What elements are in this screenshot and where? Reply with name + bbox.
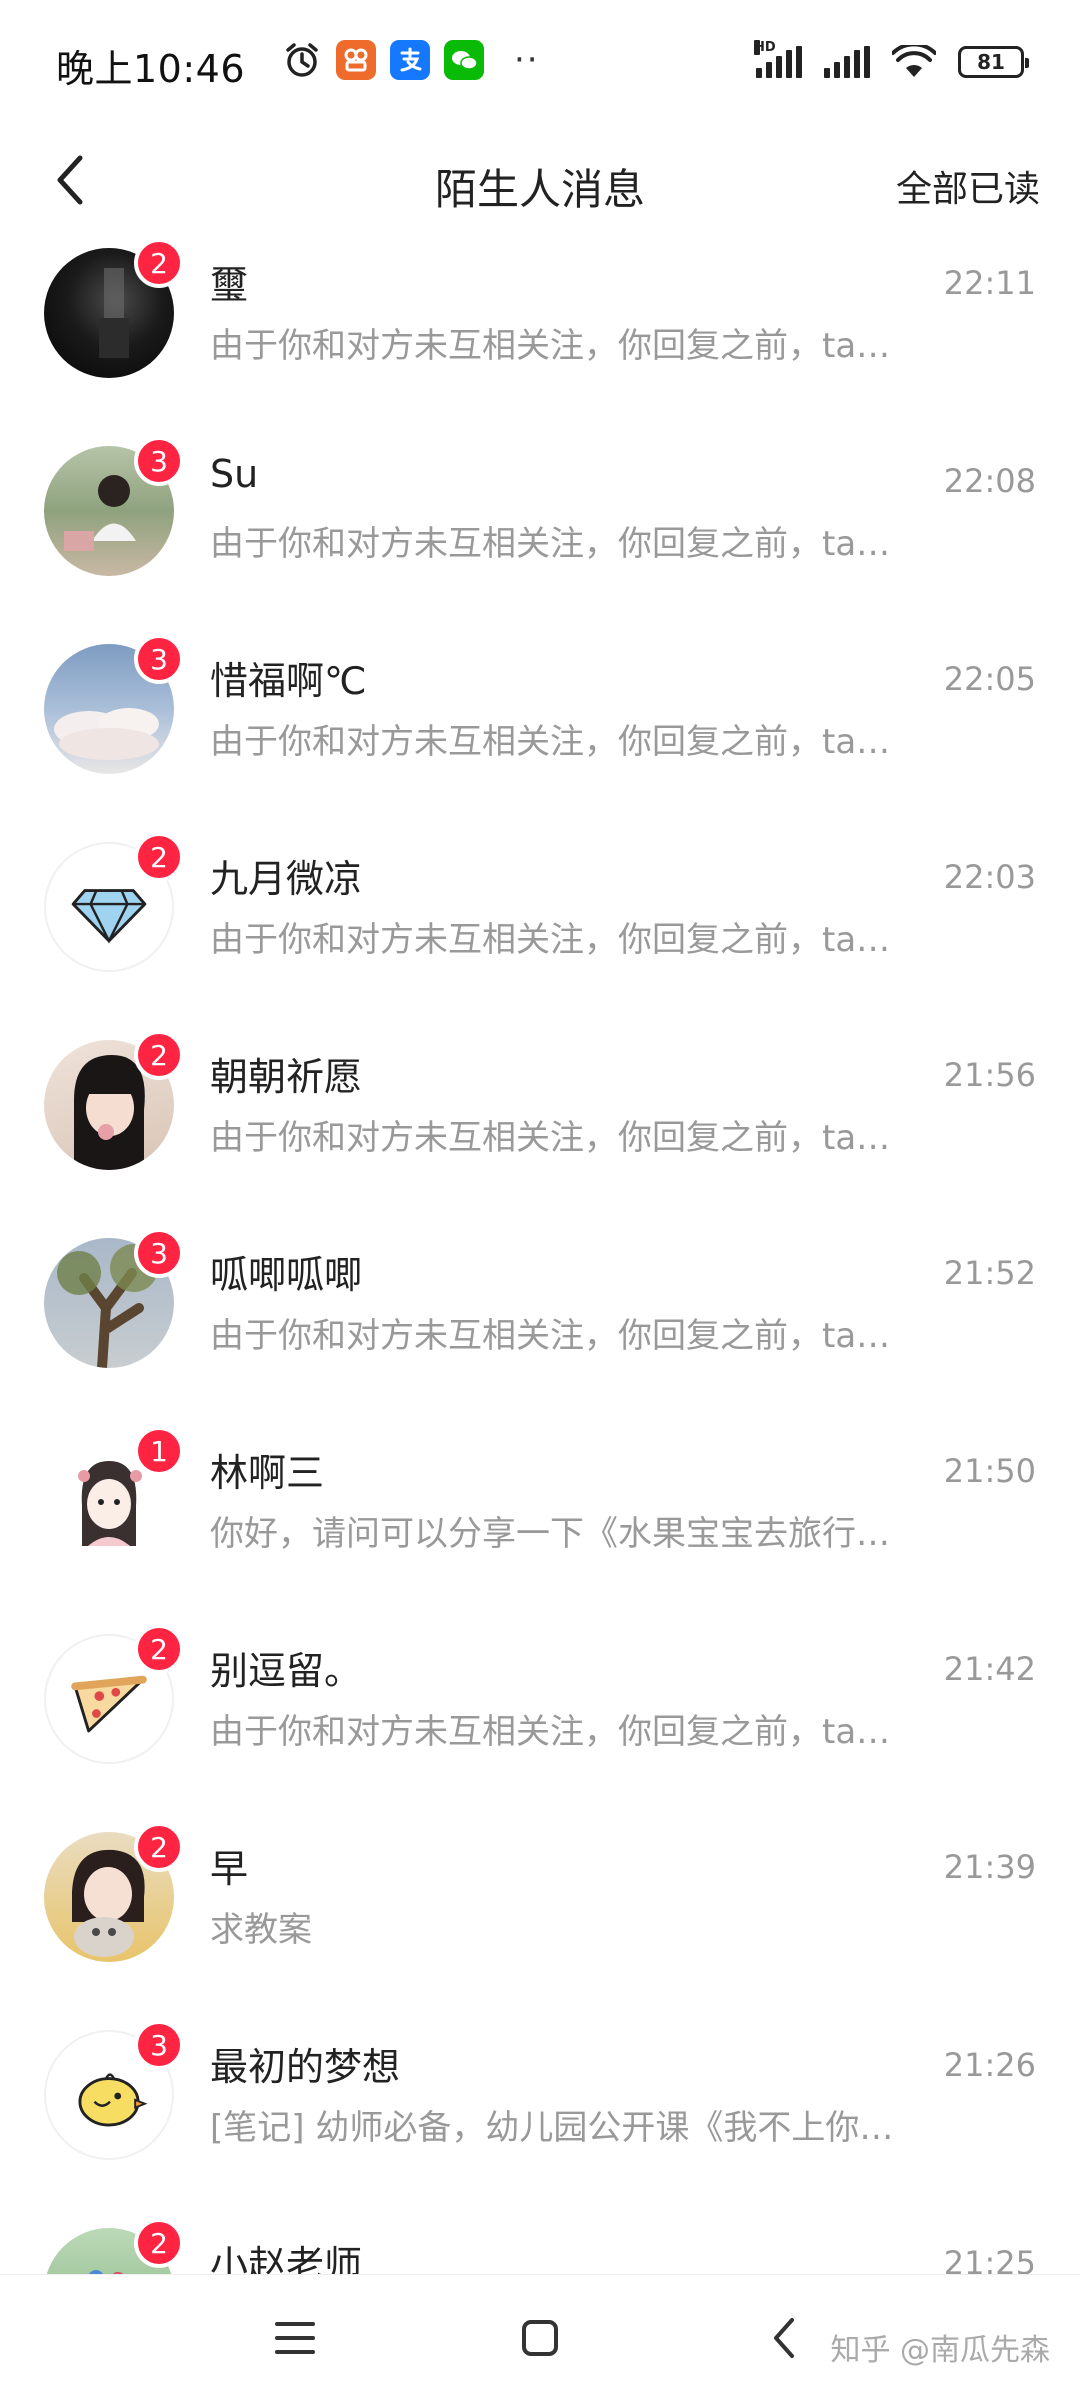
status-icons-right: HD 81 bbox=[754, 40, 1029, 82]
taobao-app-icon bbox=[336, 40, 376, 80]
message-time: 21:56 bbox=[943, 1056, 1036, 1094]
list-item[interactable]: 3 惜福啊℃ 22:05 由于你和对方未互相关注，你回复之前，ta… bbox=[0, 628, 1080, 826]
message-time: 21:26 bbox=[943, 2046, 1036, 2084]
signal-icon bbox=[824, 46, 870, 78]
unread-badge: 3 bbox=[134, 634, 184, 684]
list-item[interactable]: 2 小赵老师 21:25 bbox=[0, 2212, 1080, 2274]
unread-badge: 2 bbox=[134, 2218, 184, 2268]
sender-name: 小赵老师 bbox=[210, 2243, 363, 2274]
unread-badge: 3 bbox=[134, 1228, 184, 1278]
home-button[interactable] bbox=[505, 2303, 575, 2373]
home-square-icon bbox=[522, 2320, 558, 2356]
alipay-app-icon bbox=[390, 40, 430, 80]
list-item[interactable]: 2 九月微凉 22:03 由于你和对方未互相关注，你回复之前，ta… bbox=[0, 826, 1080, 1024]
unread-badge: 3 bbox=[134, 436, 184, 486]
sender-name: 最初的梦想 bbox=[210, 2045, 401, 2089]
sender-name: Su bbox=[210, 452, 259, 496]
nav-back-button[interactable] bbox=[750, 2303, 820, 2373]
message-time: 22:11 bbox=[943, 264, 1036, 302]
message-list: 2 璽 22:11 由于你和对方未互相关注，你回复之前，ta… 3 Su 22:… bbox=[0, 232, 1080, 2274]
sender-name: 璽 bbox=[210, 263, 249, 307]
list-item[interactable]: 1 林啊三 21:50 你好，请问可以分享一下《水果宝宝去旅行… bbox=[0, 1420, 1080, 1618]
hd-label: HD bbox=[754, 40, 776, 55]
wechat-app-icon bbox=[444, 40, 484, 80]
message-preview: 由于你和对方未互相关注，你回复之前，ta… bbox=[210, 722, 891, 762]
status-time: 晚上10:46 bbox=[56, 47, 246, 91]
unread-badge: 1 bbox=[134, 1426, 184, 1476]
message-preview: 由于你和对方未互相关注，你回复之前，ta… bbox=[210, 920, 891, 960]
message-preview: 由于你和对方未互相关注，你回复之前，ta… bbox=[210, 326, 891, 366]
list-item[interactable]: 2 朝朝祈愿 21:56 由于你和对方未互相关注，你回复之前，ta… bbox=[0, 1024, 1080, 1222]
unread-badge: 2 bbox=[134, 1822, 184, 1872]
sender-name: 朝朝祈愿 bbox=[210, 1055, 363, 1099]
message-time: 22:08 bbox=[943, 462, 1036, 500]
sender-name: 九月微凉 bbox=[210, 857, 363, 901]
message-time: 21:39 bbox=[943, 1848, 1036, 1886]
message-time: 21:25 bbox=[943, 2244, 1036, 2274]
message-preview: 由于你和对方未互相关注，你回复之前，ta… bbox=[210, 1316, 891, 1356]
message-time: 21:42 bbox=[943, 1650, 1036, 1688]
list-item[interactable]: 2 璽 22:11 由于你和对方未互相关注，你回复之前，ta… bbox=[0, 232, 1080, 430]
unread-badge: 2 bbox=[134, 832, 184, 882]
signal-hd-icon: HD bbox=[754, 40, 802, 78]
list-item[interactable]: 3 最初的梦想 21:26 [笔记] 幼师必备，幼儿园公开课《我不上你… bbox=[0, 2014, 1080, 2212]
message-time: 21:52 bbox=[943, 1254, 1036, 1292]
unread-badge: 2 bbox=[134, 1030, 184, 1080]
list-item[interactable]: 2 早 21:39 求教案 bbox=[0, 1816, 1080, 2014]
message-time: 22:03 bbox=[943, 858, 1036, 896]
list-item[interactable]: 3 Su 22:08 由于你和对方未互相关注，你回复之前，ta… bbox=[0, 430, 1080, 628]
message-preview: 求教案 bbox=[210, 1910, 312, 1950]
recent-apps-button[interactable] bbox=[260, 2303, 330, 2373]
navigation-bar: 知乎 @南瓜先森 bbox=[0, 2274, 1080, 2400]
status-icons-left: ·· bbox=[282, 38, 540, 82]
message-preview: 由于你和对方未互相关注，你回复之前，ta… bbox=[210, 524, 891, 564]
message-preview: 由于你和对方未互相关注，你回复之前，ta… bbox=[210, 1712, 891, 1752]
sender-name: 林啊三 bbox=[210, 1451, 325, 1495]
sender-name: 早 bbox=[210, 1847, 249, 1891]
alarm-icon bbox=[286, 43, 318, 77]
status-bar: 晚上10:46 ·· HD 81 bbox=[0, 0, 1080, 120]
battery-icon: 81 bbox=[958, 46, 1029, 78]
message-preview: 你好，请问可以分享一下《水果宝宝去旅行… bbox=[210, 1514, 890, 1554]
message-time: 21:50 bbox=[943, 1452, 1036, 1490]
nav-back-icon bbox=[774, 2318, 794, 2358]
menu-icon bbox=[275, 2322, 315, 2354]
unread-badge: 2 bbox=[134, 1624, 184, 1674]
message-time: 22:05 bbox=[943, 660, 1036, 698]
list-item[interactable]: 2 别逗留。 21:42 由于你和对方未互相关注，你回复之前，ta… bbox=[0, 1618, 1080, 1816]
sender-name: 呱唧呱唧 bbox=[210, 1253, 363, 1297]
wifi-icon bbox=[892, 45, 936, 77]
unread-badge: 3 bbox=[134, 2020, 184, 2070]
message-preview: [笔记] 幼师必备，幼儿园公开课《我不上你… bbox=[210, 2108, 894, 2148]
sender-name: 惜福啊℃ bbox=[210, 659, 367, 703]
list-item[interactable]: 3 呱唧呱唧 21:52 由于你和对方未互相关注，你回复之前，ta… bbox=[0, 1222, 1080, 1420]
message-preview: 由于你和对方未互相关注，你回复之前，ta… bbox=[210, 1118, 891, 1158]
unread-badge: 2 bbox=[134, 238, 184, 288]
sender-name: 别逗留。 bbox=[210, 1649, 363, 1693]
mark-all-read-button[interactable]: 全部已读 bbox=[896, 160, 1040, 212]
watermark: 知乎 @南瓜先森 bbox=[830, 2333, 1050, 2368]
more-notifications-icon: ·· bbox=[514, 40, 540, 80]
